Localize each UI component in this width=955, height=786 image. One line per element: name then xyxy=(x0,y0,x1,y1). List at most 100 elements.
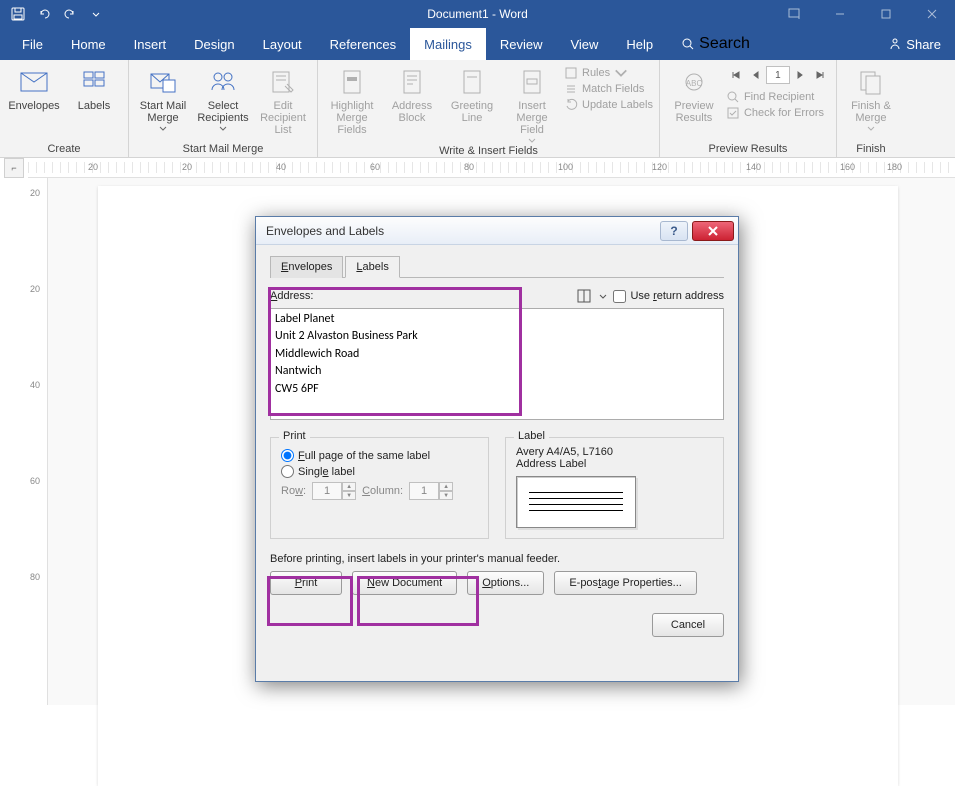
tab-view[interactable]: View xyxy=(556,28,612,60)
check-errors-button: Check for Errors xyxy=(726,106,830,120)
undo-icon[interactable] xyxy=(32,2,56,26)
find-recipient-button: Find Recipient xyxy=(726,90,830,104)
group-write-insert-fields: Highlight Merge Fields Address Block Gre… xyxy=(318,60,660,157)
maximize-icon[interactable] xyxy=(863,0,909,28)
address-input[interactable] xyxy=(270,308,724,420)
row-label: Row: xyxy=(281,485,306,497)
highlight-icon xyxy=(336,66,368,98)
ruler-vertical[interactable]: 2020406080 xyxy=(28,178,48,705)
new-document-button[interactable]: New Document xyxy=(352,571,457,595)
start-mail-merge-button[interactable]: Start Mail Merge xyxy=(135,62,191,131)
insert-merge-field-button: Insert Merge Field xyxy=(504,62,560,143)
mail-merge-icon xyxy=(147,66,179,98)
finish-icon xyxy=(855,66,887,98)
tab-labels[interactable]: Labels xyxy=(345,256,399,278)
greeting-icon xyxy=(456,66,488,98)
tab-help[interactable]: Help xyxy=(612,28,667,60)
hint-text: Before printing, insert labels in your p… xyxy=(270,553,724,565)
minimize-icon[interactable] xyxy=(817,0,863,28)
tab-design[interactable]: Design xyxy=(180,28,248,60)
cancel-button[interactable]: Cancel xyxy=(652,613,724,637)
epostage-button[interactable]: E-postage Properties... xyxy=(554,571,697,595)
row-input xyxy=(312,482,342,500)
single-label-radio[interactable]: Single label xyxy=(281,465,478,478)
last-record-icon[interactable] xyxy=(810,66,830,84)
labels-button[interactable]: Labels xyxy=(66,62,122,112)
col-down-icon: ▼ xyxy=(439,491,453,500)
dialog-title: Envelopes and Labels xyxy=(266,224,384,238)
preview-icon: ABC xyxy=(678,66,710,98)
row-up-icon: ▲ xyxy=(342,482,356,491)
window-controls xyxy=(771,0,955,28)
tab-file[interactable]: File xyxy=(8,28,57,60)
first-record-icon[interactable] xyxy=(726,66,746,84)
edit-recipient-list-button: Edit Recipient List xyxy=(255,62,311,136)
dialog-close-icon[interactable] xyxy=(692,221,734,241)
record-number-input[interactable] xyxy=(766,66,790,84)
col-up-icon: ▲ xyxy=(439,482,453,491)
quick-access-toolbar xyxy=(0,2,108,26)
print-button[interactable]: Print xyxy=(270,571,342,595)
print-group: Print Full page of the same label Single… xyxy=(270,437,489,539)
label-preview-icon xyxy=(516,476,636,528)
ribbon-tabs: File Home Insert Design Layout Reference… xyxy=(0,28,955,60)
titlebar: Document1 - Word xyxy=(0,0,955,28)
match-fields-button: Match Fields xyxy=(564,82,653,96)
greeting-line-button: Greeting Line xyxy=(444,62,500,124)
tab-mailings[interactable]: Mailings xyxy=(410,28,486,60)
tab-envelopes[interactable]: Envelopes xyxy=(270,256,343,278)
chevron-down-icon[interactable] xyxy=(599,294,607,299)
tell-me-search[interactable]: Search xyxy=(667,28,750,60)
group-preview-results: ABCPreview Results Find Recipient Check … xyxy=(660,60,837,157)
dialog-titlebar[interactable]: Envelopes and Labels ? xyxy=(256,217,738,245)
tab-references[interactable]: References xyxy=(316,28,410,60)
chevron-down-icon xyxy=(867,126,875,131)
ruler-horizontal[interactable]: 2020406080100120140160180 xyxy=(28,158,955,178)
select-recipients-button[interactable]: Select Recipients xyxy=(195,62,251,131)
merge-field-icon xyxy=(516,66,548,98)
options-button[interactable]: Options... xyxy=(467,571,544,595)
window-title: Document1 - Word xyxy=(427,7,527,21)
tab-home[interactable]: Home xyxy=(57,28,120,60)
envelope-icon xyxy=(18,66,50,98)
envelopes-button[interactable]: Envelopes xyxy=(6,62,62,112)
recipients-icon xyxy=(207,66,239,98)
close-icon[interactable] xyxy=(909,0,955,28)
rules-button: Rules xyxy=(564,66,653,80)
chevron-down-icon xyxy=(219,126,227,131)
prev-record-icon[interactable] xyxy=(746,66,766,84)
labels-icon xyxy=(78,66,110,98)
tab-insert[interactable]: Insert xyxy=(120,28,181,60)
record-nav xyxy=(726,66,830,84)
envelopes-labels-dialog: Envelopes and Labels ? Envelopes Labels … xyxy=(255,216,739,682)
address-label: Address: xyxy=(270,290,313,302)
column-label: Column: xyxy=(362,485,403,497)
edit-list-icon xyxy=(267,66,299,98)
address-book-icon[interactable] xyxy=(577,288,593,304)
next-record-icon[interactable] xyxy=(790,66,810,84)
label-type: Address Label xyxy=(516,458,713,470)
ribbon-options-icon[interactable] xyxy=(771,0,817,28)
ribbon: Envelopes Labels Create Start Mail Merge… xyxy=(0,60,955,158)
column-input xyxy=(409,482,439,500)
tab-review[interactable]: Review xyxy=(486,28,557,60)
highlight-merge-fields-button: Highlight Merge Fields xyxy=(324,62,380,136)
label-product: Avery A4/A5, L7160 xyxy=(516,446,713,458)
row-down-icon: ▼ xyxy=(342,491,356,500)
use-return-address-checkbox[interactable]: Use return address xyxy=(613,290,724,303)
dialog-help-icon[interactable]: ? xyxy=(660,221,688,241)
chevron-down-icon xyxy=(159,126,167,131)
dialog-tabs: Envelopes Labels xyxy=(270,255,724,278)
chevron-down-icon xyxy=(614,66,628,80)
address-block-button: Address Block xyxy=(384,62,440,124)
svg-text:ABC: ABC xyxy=(686,79,703,88)
redo-icon[interactable] xyxy=(58,2,82,26)
share-button[interactable]: Share xyxy=(874,28,955,60)
tab-layout[interactable]: Layout xyxy=(249,28,316,60)
save-icon[interactable] xyxy=(6,2,30,26)
group-finish: Finish & Merge Finish xyxy=(837,60,905,157)
update-labels-button: Update Labels xyxy=(564,98,653,112)
full-page-radio[interactable]: Full page of the same label xyxy=(281,449,478,462)
qat-customize-icon[interactable] xyxy=(84,2,108,26)
label-group[interactable]: Label Avery A4/A5, L7160 Address Label xyxy=(505,437,724,539)
